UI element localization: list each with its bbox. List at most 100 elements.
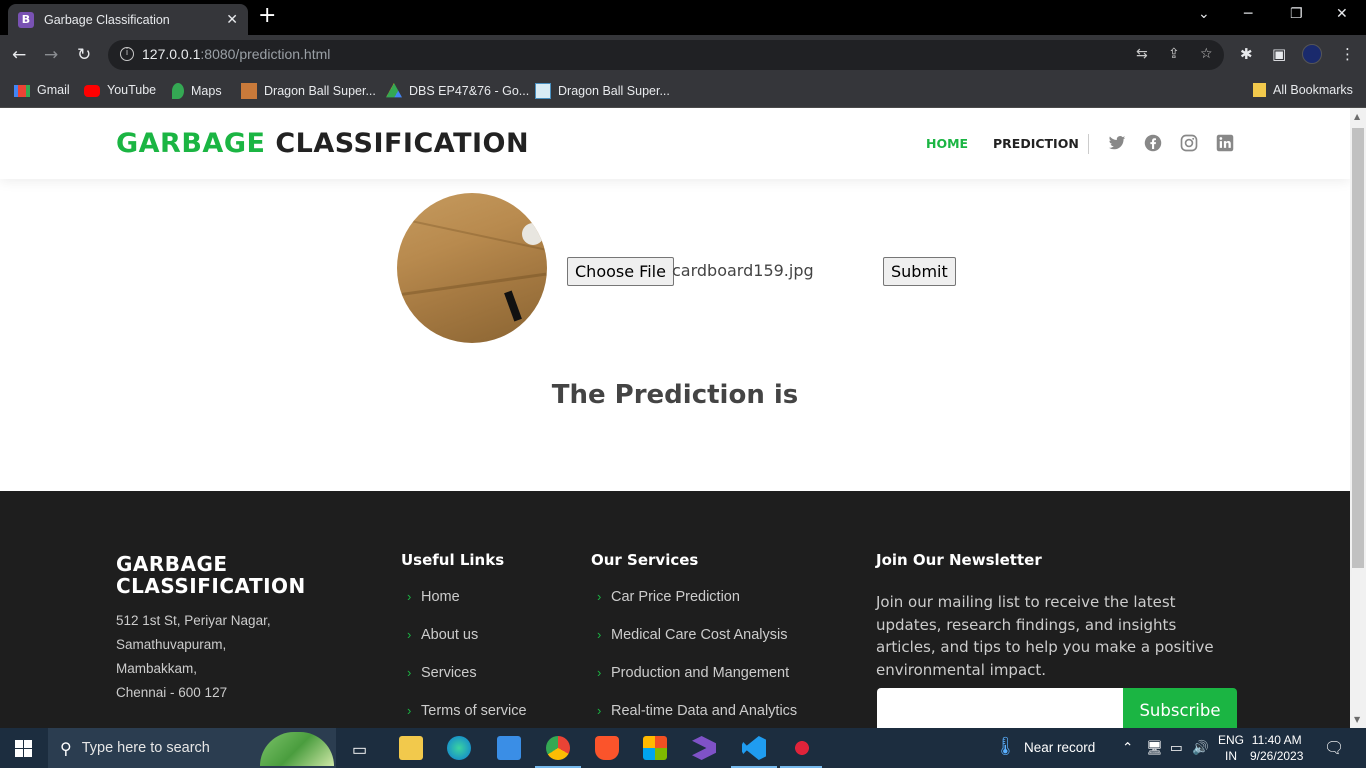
browser-tab-bar: B Garbage Classification ✕ + ⌄ ─ ❐ ✕ — [0, 0, 1366, 35]
url-text[interactable]: 127.0.0.1:8080/prediction.html — [142, 46, 330, 62]
address-bar[interactable]: i 127.0.0.1:8080/prediction.html ⇆ ⇪ ☆ — [108, 40, 1224, 70]
volume-icon[interactable]: 🔊 — [1192, 740, 1209, 756]
vscode-icon[interactable] — [742, 736, 766, 760]
footer-address: 512 1st St, Periyar Nagar, Samathuvapuram… — [116, 613, 271, 700]
reload-icon[interactable]: ↻ — [77, 45, 91, 65]
useful-links-heading: Useful Links — [401, 551, 505, 569]
chevron-right-icon: › — [407, 589, 412, 604]
footer-link-terms[interactable]: › Terms of service — [401, 703, 527, 728]
bootstrap-favicon-icon: B — [18, 11, 34, 28]
chevron-right-icon: › — [597, 627, 602, 642]
site-info-icon[interactable]: i — [120, 47, 134, 61]
service-link[interactable]: › Production and Mangement — [591, 665, 797, 703]
folder-icon — [1253, 83, 1266, 97]
close-tab-icon[interactable]: ✕ — [226, 12, 238, 28]
our-services-heading: Our Services — [591, 551, 699, 569]
chrome-icon[interactable] — [546, 736, 570, 760]
service-link[interactable]: › Medical Care Cost Analysis — [591, 627, 797, 665]
service-link[interactable]: › Real-time Data and Analytics — [591, 703, 797, 728]
bookmark-dbs-1[interactable]: Dragon Ball Super... — [241, 83, 376, 99]
close-window-icon[interactable]: ✕ — [1336, 6, 1348, 22]
search-icon: ⚲ — [60, 738, 72, 758]
windows-start-icon[interactable] — [15, 740, 32, 757]
new-tab-icon[interactable]: + — [258, 5, 276, 27]
search-highlight-image — [260, 732, 334, 766]
chevron-up-icon[interactable]: ⌃ — [1122, 740, 1133, 756]
nav-prediction[interactable]: PREDICTION — [993, 136, 1079, 151]
nav-home[interactable]: HOME — [926, 136, 968, 151]
battery-icon[interactable]: ▭ — [1170, 740, 1183, 756]
minimize-icon[interactable]: ─ — [1244, 6, 1252, 22]
bookmark-star-icon[interactable]: ☆ — [1200, 46, 1213, 62]
brave-icon[interactable] — [595, 736, 619, 760]
bookmark-gmail[interactable]: Gmail — [14, 83, 70, 97]
bookmark-youtube[interactable]: YouTube — [84, 83, 156, 97]
scroll-up-icon[interactable]: ▲ — [1354, 112, 1360, 121]
choose-file-button[interactable]: Choose File — [567, 257, 674, 286]
footer-link-about[interactable]: › About us — [401, 627, 527, 665]
site-logo[interactable]: GARBAGE CLASSIFICATION — [116, 128, 529, 159]
linkedin-icon[interactable] — [1216, 134, 1234, 152]
back-icon[interactable]: ← — [12, 45, 26, 65]
submit-button[interactable]: Submit — [883, 257, 956, 286]
site-footer: GARBAGE CLASSIFICATION 512 1st St, Periya… — [0, 491, 1350, 728]
newsletter-text: Join our mailing list to receive the lat… — [876, 593, 1214, 679]
bookmark-dbs-drive[interactable]: DBS EP47&76 - Go... — [386, 83, 529, 99]
bookmark-dbs-2[interactable]: Dragon Ball Super... — [535, 83, 670, 99]
profile-avatar[interactable] — [1302, 44, 1322, 64]
language-indicator[interactable]: ENG IN — [1218, 732, 1244, 764]
task-view-icon[interactable]: ▭ — [352, 740, 367, 760]
google-drive-icon — [386, 83, 402, 98]
windows-taskbar: ⚲ Type here to search ▭ 🌡 Near record ⌃ … — [0, 728, 1366, 768]
chevron-right-icon: › — [407, 665, 412, 680]
taskbar-clock[interactable]: 11:40 AM 9/26/2023 — [1250, 732, 1303, 764]
taskbar-search[interactable]: ⚲ Type here to search — [48, 728, 336, 768]
useful-links-list: › Home › About us › Services › Terms of serv… — [401, 589, 527, 728]
bookmark-maps[interactable]: Maps — [172, 83, 222, 99]
store-icon[interactable] — [643, 736, 667, 760]
chevron-right-icon: › — [407, 703, 412, 718]
extensions-icon[interactable]: ✱ — [1240, 45, 1253, 63]
app-icon[interactable] — [790, 736, 814, 760]
chevron-right-icon: › — [407, 627, 412, 642]
instagram-icon[interactable] — [1180, 134, 1198, 152]
chevron-right-icon: › — [597, 665, 602, 680]
chevron-right-icon: › — [597, 589, 602, 604]
page-scrollbar[interactable]: ▲ ▼ — [1350, 108, 1366, 728]
browser-toolbar: ← → ↻ i 127.0.0.1:8080/prediction.html ⇆… — [0, 35, 1366, 75]
site-icon — [535, 83, 551, 99]
all-bookmarks[interactable]: All Bookmarks — [1253, 83, 1353, 97]
twitter-icon[interactable] — [1108, 134, 1126, 152]
share-icon[interactable]: ⇪ — [1168, 46, 1180, 62]
subscribe-button[interactable]: Subscribe — [1123, 688, 1237, 728]
notifications-icon[interactable]: 🗨 — [1324, 738, 1344, 758]
weather-text[interactable]: Near record — [1024, 740, 1095, 755]
visual-studio-icon[interactable] — [692, 736, 716, 760]
newsletter-email-input[interactable] — [877, 688, 1123, 728]
scroll-down-icon[interactable]: ▼ — [1354, 715, 1360, 724]
footer-link-home[interactable]: › Home — [401, 589, 527, 627]
mail-icon[interactable] — [497, 736, 521, 760]
bookmarks-bar: Gmail YouTube Maps Dragon Ball Super... … — [0, 75, 1366, 108]
side-panel-icon[interactable]: ▣ — [1272, 45, 1286, 63]
network-icon[interactable]: 🖥 — [1146, 740, 1163, 756]
newsletter-heading: Join Our Newsletter — [876, 551, 1042, 569]
file-explorer-icon[interactable] — [399, 736, 423, 760]
site-header: GARBAGE CLASSIFICATION HOME PREDICTION — [0, 108, 1350, 179]
thermometer-icon[interactable]: 🌡 — [994, 736, 1017, 757]
chevron-right-icon: › — [597, 703, 602, 718]
translate-icon[interactable]: ⇆ — [1136, 46, 1148, 62]
tab-title: Garbage Classification — [44, 12, 170, 27]
tab-search-icon[interactable]: ⌄ — [1198, 6, 1210, 22]
dragon-ball-icon — [241, 83, 257, 99]
forward-icon[interactable]: → — [44, 45, 58, 65]
restore-icon[interactable]: ❐ — [1290, 6, 1303, 22]
edge-icon[interactable] — [447, 736, 471, 760]
facebook-icon[interactable] — [1144, 134, 1162, 152]
menu-icon[interactable]: ⋮ — [1340, 45, 1355, 63]
browser-tab[interactable]: B Garbage Classification ✕ — [8, 4, 248, 35]
service-link[interactable]: › Car Price Prediction — [591, 589, 797, 627]
scrollbar-thumb[interactable] — [1352, 128, 1364, 568]
footer-link-services[interactable]: › Services — [401, 665, 527, 703]
page-viewport: GARBAGE CLASSIFICATION HOME PREDICTION C… — [0, 108, 1350, 728]
